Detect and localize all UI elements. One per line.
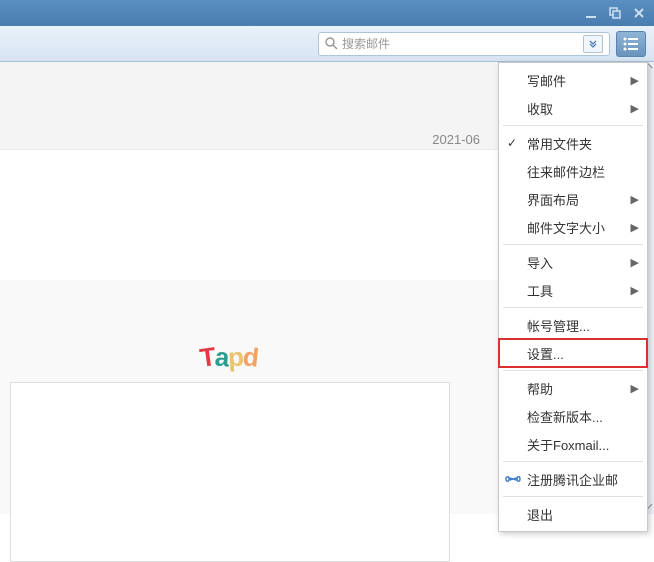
infinity-icon [505, 473, 521, 485]
menu-label: 收取 [527, 99, 553, 118]
menu-tools[interactable]: 工具 ▶ [499, 276, 647, 304]
menu-import[interactable]: 导入 ▶ [499, 248, 647, 276]
menu-separator [503, 370, 643, 371]
menu-account-management[interactable]: 帐号管理... [499, 311, 647, 339]
content-panel [10, 382, 450, 562]
list-icon [623, 37, 639, 51]
menu-label: 退出 [527, 505, 553, 524]
chevron-right-icon: ▶ [631, 221, 639, 234]
chevron-right-icon: ▶ [631, 256, 639, 269]
menu-settings[interactable]: 设置... [499, 339, 647, 367]
search-box[interactable] [318, 32, 610, 56]
chevron-right-icon: ▶ [631, 74, 639, 87]
menu-layout[interactable]: 界面布局 ▶ [499, 185, 647, 213]
menu-label: 邮件文字大小 [527, 218, 605, 237]
menu-help[interactable]: 帮助 ▶ [499, 374, 647, 402]
menu-label: 导入 [527, 253, 553, 272]
menu-separator [503, 125, 643, 126]
chevron-right-icon: ▶ [631, 102, 639, 115]
menu-about[interactable]: 关于Foxmail... [499, 430, 647, 458]
menu-separator [503, 307, 643, 308]
menu-register-enterprise-mail[interactable]: 注册腾讯企业邮 [499, 465, 647, 493]
menu-receive[interactable]: 收取 ▶ [499, 94, 647, 122]
menu-separator [503, 461, 643, 462]
search-options-button[interactable] [583, 35, 603, 53]
menu-exit[interactable]: 退出 [499, 500, 647, 528]
menu-contacts-sidebar[interactable]: 往来邮件边栏 [499, 157, 647, 185]
menu-label: 帮助 [527, 379, 553, 398]
menu-label: 帐号管理... [527, 316, 590, 335]
menu-label: 关于Foxmail... [527, 435, 609, 454]
menu-label: 检查新版本... [527, 407, 603, 426]
menu-check-update[interactable]: 检查新版本... [499, 402, 647, 430]
chevron-right-icon: ▶ [631, 382, 639, 395]
search-input[interactable] [342, 37, 579, 51]
menu-separator [503, 244, 643, 245]
chevron-right-icon: ▶ [631, 193, 639, 206]
menu-separator [503, 496, 643, 497]
main-menu-button[interactable] [616, 31, 646, 57]
titlebar [0, 0, 654, 26]
toolbar [0, 26, 654, 62]
tapd-logo: Tapd [200, 342, 258, 373]
menu-label: 常用文件夹 [527, 134, 592, 153]
check-icon: ✓ [507, 136, 517, 150]
menu-label: 往来邮件边栏 [527, 162, 605, 181]
menu-compose[interactable]: 写邮件 ▶ [499, 66, 647, 94]
maximize-button[interactable] [608, 6, 622, 20]
chevron-right-icon: ▶ [631, 284, 639, 297]
menu-label: 注册腾讯企业邮 [527, 470, 618, 489]
close-button[interactable] [632, 6, 646, 20]
menu-label: 设置... [527, 344, 564, 363]
main-menu-dropdown: 写邮件 ▶ 收取 ▶ ✓ 常用文件夹 往来邮件边栏 界面布局 ▶ 邮件文字大小 … [498, 62, 648, 532]
menu-label: 工具 [527, 281, 553, 300]
minimize-button[interactable] [584, 6, 598, 20]
menu-common-folders[interactable]: ✓ 常用文件夹 [499, 129, 647, 157]
search-icon [325, 37, 338, 50]
menu-label: 界面布局 [527, 190, 579, 209]
menu-font-size[interactable]: 邮件文字大小 ▶ [499, 213, 647, 241]
menu-label: 写邮件 [527, 71, 566, 90]
date-label: 2021-06 [432, 132, 480, 147]
